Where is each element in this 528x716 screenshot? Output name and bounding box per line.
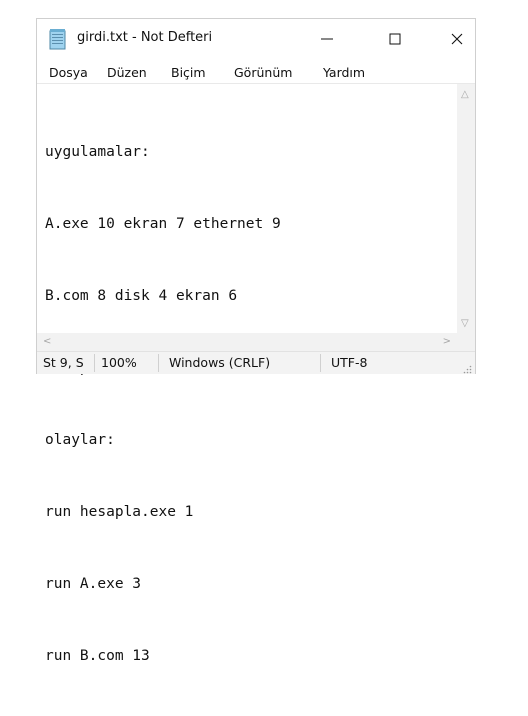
title-bar[interactable]: girdi.txt - Not Defteri [37,19,475,59]
horizontal-scrollbar[interactable]: < > [37,333,475,351]
maximize-icon [389,33,401,45]
document-text[interactable]: uygulamalar: A.exe 10 ekran 7 ethernet 9… [45,92,457,664]
text-editor[interactable]: uygulamalar: A.exe 10 ekran 7 ethernet 9… [37,83,475,664]
menu-format[interactable]: Biçim [171,65,206,80]
text-line: olaylar: [45,432,115,448]
notepad-icon [49,28,67,50]
scroll-right-icon[interactable]: > [443,336,451,347]
scroll-left-icon[interactable]: < [43,336,51,347]
minimize-icon [321,38,333,40]
scroll-down-icon[interactable]: ▽ [461,318,469,329]
text-line: uygulamalar: [45,144,150,160]
menu-bar: Dosya Düzen Biçim Görünüm Yardım [37,59,475,83]
resize-grip-icon[interactable] [462,362,472,374]
scroll-up-icon[interactable]: △ [461,89,469,100]
encoding: UTF-8 [331,355,368,370]
menu-file[interactable]: Dosya [49,65,88,80]
status-divider [320,354,321,372]
text-line: A.exe 10 ekran 7 ethernet 9 [45,216,281,232]
window-title: girdi.txt - Not Defteri [77,30,213,45]
vertical-scrollbar[interactable]: △ ▽ [457,84,475,334]
close-icon [451,33,463,45]
close-button[interactable] [437,19,477,59]
menu-view[interactable]: Görünüm [234,65,292,80]
cursor-position: St 9, S [43,355,84,370]
status-divider [158,354,159,372]
text-line: B.com 8 disk 4 ekran 6 [45,288,238,304]
notepad-window: girdi.txt - Not Defteri Dosya Düzen Biçi… [36,18,476,664]
text-line: run A.exe 3 [45,576,142,592]
line-ending: Windows (CRLF) [169,355,271,370]
zoom-level: 100% [101,355,137,370]
maximize-button[interactable] [375,19,415,59]
text-line: run hesapla.exe 1 [45,504,194,520]
text-line: run B.com 13 [45,648,150,664]
minimize-button[interactable] [307,19,347,59]
status-divider [94,354,95,372]
status-bar: St 9, S 100% Windows (CRLF) UTF-8 [37,351,475,374]
menu-edit[interactable]: Düzen [107,65,147,80]
menu-help[interactable]: Yardım [323,65,365,80]
